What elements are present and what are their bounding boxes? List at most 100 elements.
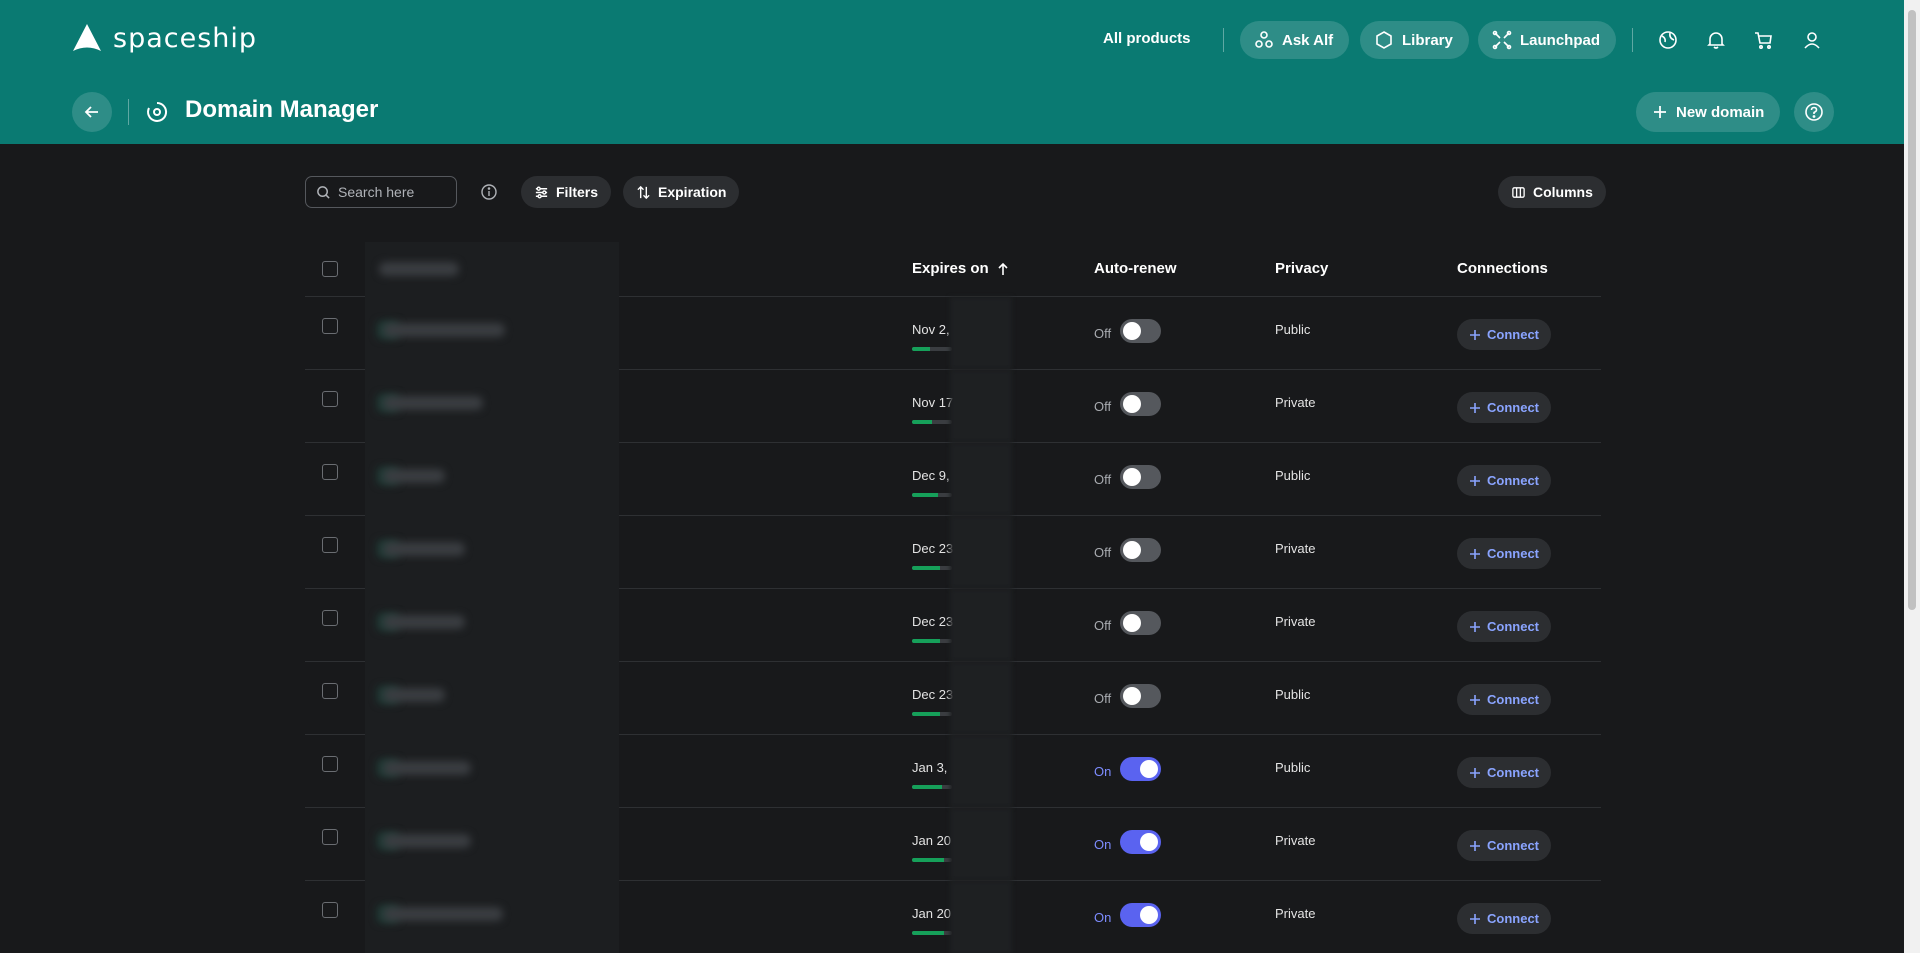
- ask-alf-label: Ask Alf: [1282, 31, 1334, 49]
- table-row[interactable]: Jan 20 On Private Connect: [305, 808, 1601, 881]
- help-button[interactable]: [1794, 92, 1834, 132]
- plus-icon: [1470, 402, 1480, 413]
- toggle-knob: [1123, 541, 1141, 559]
- arrow-left-icon: [84, 106, 98, 118]
- connect-button[interactable]: Connect: [1457, 392, 1551, 423]
- spaceship-logo[interactable]: spaceship: [71, 22, 257, 54]
- domain-name-blurred[interactable]: [365, 662, 619, 735]
- domain-name-blurred[interactable]: [365, 516, 619, 589]
- plus-icon: [1470, 621, 1480, 632]
- connect-button[interactable]: Connect: [1457, 465, 1551, 496]
- sort-icon: [637, 185, 650, 199]
- expires-date-blurred: [950, 808, 1012, 881]
- autorenew-toggle[interactable]: [1120, 757, 1161, 781]
- sliders-icon: [535, 186, 548, 198]
- autorenew-toggle[interactable]: [1120, 319, 1161, 343]
- bell-icon[interactable]: [1704, 28, 1728, 52]
- search-box[interactable]: [305, 176, 457, 208]
- autorenew-toggle[interactable]: [1120, 538, 1161, 562]
- domain-manager-icon: [147, 101, 168, 122]
- plus-icon: [1470, 329, 1480, 340]
- info-icon[interactable]: [479, 182, 499, 202]
- cart-icon[interactable]: [1752, 28, 1776, 52]
- table-row[interactable]: Dec 23 Off Public Connect: [305, 662, 1601, 735]
- connect-button[interactable]: Connect: [1457, 611, 1551, 642]
- connect-button[interactable]: Connect: [1457, 319, 1551, 350]
- autorenew-toggle[interactable]: [1120, 392, 1161, 416]
- brand-name: spaceship: [113, 22, 258, 54]
- filters-label: Filters: [556, 184, 599, 200]
- table-row[interactable]: Dec 23 Off Private Connect: [305, 516, 1601, 589]
- back-button[interactable]: [72, 92, 112, 132]
- row-checkbox[interactable]: [322, 756, 338, 772]
- expiration-progress: [912, 420, 952, 424]
- toggle-knob: [1140, 833, 1158, 851]
- row-checkbox[interactable]: [322, 391, 338, 407]
- domain-name-blurred[interactable]: [365, 370, 619, 443]
- toggle-knob: [1123, 687, 1141, 705]
- user-icon[interactable]: [1800, 28, 1824, 52]
- connect-label: Connect: [1487, 619, 1539, 634]
- domain-name-blurred[interactable]: [365, 735, 619, 808]
- page-scrollbar[interactable]: [1904, 0, 1920, 953]
- row-checkbox[interactable]: [322, 537, 338, 553]
- row-checkbox[interactable]: [322, 464, 338, 480]
- privacy-value: Public: [1275, 322, 1311, 337]
- expires-date-blurred: [950, 443, 1012, 516]
- launchpad-button[interactable]: Launchpad: [1478, 21, 1617, 59]
- domain-name-blurred[interactable]: [365, 443, 619, 516]
- autorenew-toggle[interactable]: [1120, 684, 1161, 708]
- table-row[interactable]: Jan 20 On Private Connect: [305, 881, 1601, 953]
- expires-date-blurred: [950, 370, 1012, 443]
- connect-button[interactable]: Connect: [1457, 684, 1551, 715]
- row-checkbox[interactable]: [322, 683, 338, 699]
- select-all-checkbox[interactable]: [322, 261, 338, 277]
- globe-icon[interactable]: [1656, 28, 1680, 52]
- spaceship-logo-icon: [73, 24, 101, 51]
- search-input[interactable]: [338, 184, 448, 200]
- autorenew-toggle[interactable]: [1120, 830, 1161, 854]
- domain-name-blurred[interactable]: [365, 881, 619, 953]
- row-checkbox[interactable]: [322, 902, 338, 918]
- connect-button[interactable]: Connect: [1457, 538, 1551, 569]
- privacy-header[interactable]: Privacy: [1275, 260, 1328, 277]
- connect-button[interactable]: Connect: [1457, 903, 1551, 934]
- expires-date: Dec 9,: [912, 468, 950, 483]
- ask-alf-button[interactable]: Ask Alf: [1240, 21, 1350, 59]
- search-icon: [317, 185, 330, 199]
- library-button[interactable]: Library: [1360, 21, 1469, 59]
- autorenew-header[interactable]: Auto-renew: [1094, 260, 1177, 277]
- table-row[interactable]: Dec 9, Off Public Connect: [305, 443, 1601, 516]
- all-products-link[interactable]: All products: [1103, 30, 1191, 47]
- columns-button[interactable]: Columns: [1498, 176, 1606, 208]
- expires-date-blurred: [950, 297, 1012, 370]
- autorenew-toggle[interactable]: [1120, 465, 1161, 489]
- domain-name-blurred[interactable]: [365, 589, 619, 662]
- row-checkbox[interactable]: [322, 610, 338, 626]
- table-row[interactable]: Dec 23 Off Private Connect: [305, 589, 1601, 662]
- filters-button[interactable]: Filters: [521, 176, 612, 208]
- domain-name-blurred[interactable]: [365, 297, 619, 370]
- connect-button[interactable]: Connect: [1457, 830, 1551, 861]
- connect-label: Connect: [1487, 765, 1539, 780]
- expires-date: Nov 2,: [912, 322, 950, 337]
- privacy-value: Private: [1275, 833, 1316, 848]
- new-domain-button[interactable]: New domain: [1636, 92, 1781, 132]
- autorenew-toggle[interactable]: [1120, 903, 1161, 927]
- row-checkbox[interactable]: [322, 829, 338, 845]
- table-row[interactable]: Jan 3, On Public Connect: [305, 735, 1601, 808]
- scroll-thumb[interactable]: [1908, 10, 1916, 610]
- connections-header[interactable]: Connections: [1457, 260, 1548, 277]
- autorenew-toggle[interactable]: [1120, 611, 1161, 635]
- sort-button[interactable]: Expiration: [623, 176, 740, 208]
- table-row[interactable]: Nov 2, Off Public Connect: [305, 297, 1601, 370]
- expiration-progress: [912, 858, 952, 862]
- table-row[interactable]: Nov 17 Off Private Connect: [305, 370, 1601, 443]
- library-label: Library: [1402, 31, 1453, 49]
- expires-header[interactable]: Expires on: [912, 260, 1009, 277]
- app-header: spaceship All products Ask Alf Library L…: [0, 0, 1904, 144]
- autorenew-state: Off: [1094, 399, 1112, 414]
- row-checkbox[interactable]: [322, 318, 338, 334]
- domain-name-blurred[interactable]: [365, 808, 619, 881]
- connect-button[interactable]: Connect: [1457, 757, 1551, 788]
